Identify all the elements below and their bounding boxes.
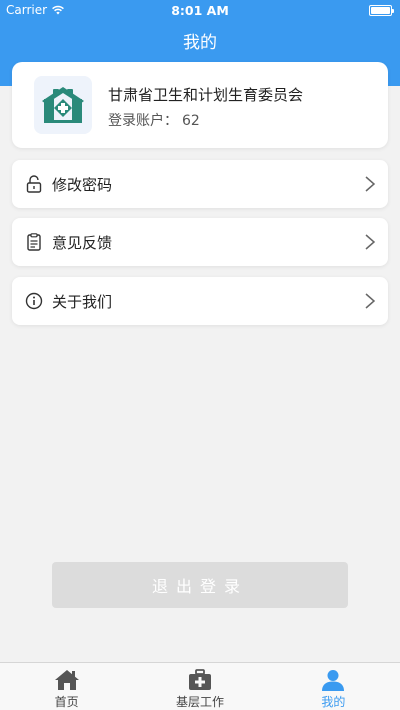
medical-kit-icon bbox=[188, 669, 211, 690]
tab-mine[interactable]: 我的 bbox=[267, 663, 400, 710]
tab-label: 首页 bbox=[54, 695, 79, 709]
profile-card: 甘肃省卫生和计划生育委员会 登录账户： 62 bbox=[12, 62, 388, 148]
person-icon bbox=[322, 670, 345, 691]
logout-button[interactable]: 退出登录 bbox=[52, 562, 348, 608]
chevron-right-icon bbox=[365, 293, 376, 309]
chevron-right-icon bbox=[365, 234, 376, 250]
org-logo bbox=[34, 76, 92, 134]
tab-bar: 首页 基层工作 我的 bbox=[0, 662, 400, 710]
clock: 8:01 AM bbox=[171, 3, 229, 18]
info-icon bbox=[24, 291, 44, 311]
account-row: 登录账户： 62 bbox=[108, 110, 204, 130]
menu-item-about-us[interactable]: 关于我们 bbox=[12, 277, 388, 325]
tab-home[interactable]: 首页 bbox=[0, 663, 133, 710]
menu-item-feedback[interactable]: 意见反馈 bbox=[12, 218, 388, 266]
feedback-icon bbox=[24, 232, 44, 252]
menu-item-label: 关于我们 bbox=[52, 292, 113, 311]
account-value: 62 bbox=[182, 113, 200, 129]
page-title: 我的 bbox=[183, 33, 217, 53]
tab-label: 我的 bbox=[321, 695, 346, 709]
status-bar: Carrier 8:01 AM bbox=[0, 0, 400, 22]
lock-icon bbox=[24, 174, 44, 194]
menu-item-change-password[interactable]: 修改密码 bbox=[12, 160, 388, 208]
tab-grassroots-work[interactable]: 基层工作 bbox=[133, 663, 266, 710]
chevron-right-icon bbox=[365, 176, 376, 192]
menu-item-label: 修改密码 bbox=[52, 175, 113, 194]
battery-icon bbox=[369, 5, 394, 16]
account-label: 登录账户： bbox=[108, 113, 178, 129]
menu-item-label: 意见反馈 bbox=[52, 233, 113, 252]
tab-label: 基层工作 bbox=[175, 695, 224, 709]
org-name: 甘肃省卫生和计划生育委员会 bbox=[108, 86, 304, 104]
home-icon bbox=[54, 670, 79, 690]
